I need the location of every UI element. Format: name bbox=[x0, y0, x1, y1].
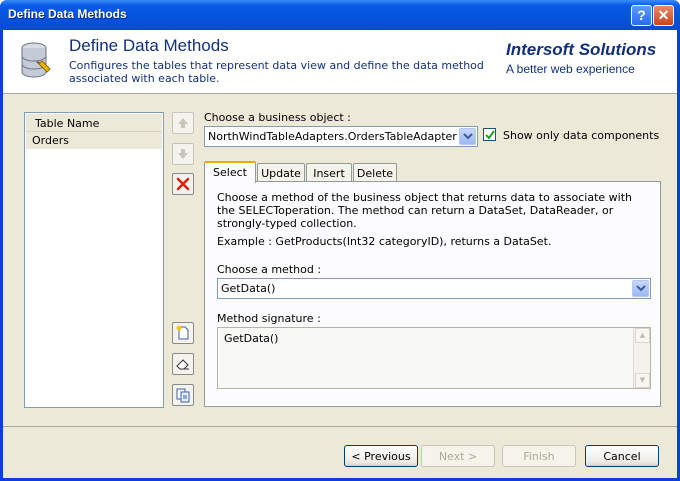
clear-button[interactable] bbox=[172, 353, 194, 375]
tab-insert[interactable]: Insert bbox=[306, 163, 352, 182]
scroll-down-icon[interactable]: ▼ bbox=[635, 373, 650, 388]
footer-divider bbox=[3, 426, 677, 427]
select-example: Example : GetProducts(Int32 categoryID),… bbox=[217, 235, 552, 248]
close-button[interactable]: ✕ bbox=[653, 5, 674, 26]
dropdown-button[interactable] bbox=[459, 128, 476, 145]
arrow-down-icon bbox=[178, 149, 188, 159]
previous-button[interactable]: < Previous bbox=[344, 445, 418, 467]
method-combobox[interactable]: GetData() bbox=[217, 278, 651, 299]
header-title: Define Data Methods bbox=[69, 36, 229, 55]
select-description: Choose a method of the business object t… bbox=[217, 191, 633, 230]
move-down-button[interactable] bbox=[172, 143, 194, 165]
title-bar[interactable]: Define Data Methods ? ✕ bbox=[0, 0, 680, 30]
cancel-button[interactable]: Cancel bbox=[585, 445, 659, 467]
dialog-body: Define Data Methods Configures the table… bbox=[3, 30, 677, 478]
show-only-checkbox[interactable] bbox=[483, 128, 496, 141]
business-object-value: NorthWindTableAdapters.OrdersTableAdapte… bbox=[208, 130, 457, 143]
copy-document-icon bbox=[176, 388, 190, 403]
table-list-item-orders[interactable]: Orders bbox=[26, 132, 162, 149]
signature-value: GetData() bbox=[224, 332, 279, 345]
delete-button[interactable] bbox=[172, 173, 194, 195]
tab-update[interactable]: Update bbox=[257, 163, 305, 182]
copy-button[interactable] bbox=[172, 384, 194, 406]
finish-button[interactable]: Finish bbox=[502, 445, 576, 467]
show-only-label[interactable]: Show only data components bbox=[503, 129, 659, 142]
delete-x-icon bbox=[176, 177, 190, 191]
table-list[interactable]: Table Name Orders bbox=[24, 112, 164, 408]
dialog-window: Define Data Methods ? ✕ Define Data Meth… bbox=[0, 0, 680, 481]
signature-scrollbar[interactable]: ▲ ▼ bbox=[633, 328, 650, 388]
window-title: Define Data Methods bbox=[8, 7, 127, 21]
business-object-combobox[interactable]: NorthWindTableAdapters.OrdersTableAdapte… bbox=[204, 126, 478, 147]
new-document-icon bbox=[176, 325, 189, 340]
table-list-header: Table Name bbox=[26, 114, 162, 132]
tab-select[interactable]: Select bbox=[204, 161, 256, 183]
eraser-icon bbox=[176, 359, 189, 370]
wizard-header: Define Data Methods Configures the table… bbox=[3, 30, 677, 94]
method-dropdown-button[interactable] bbox=[632, 280, 649, 297]
new-item-button[interactable] bbox=[172, 322, 194, 344]
header-description: Configures the tables that represent dat… bbox=[69, 59, 484, 85]
arrow-up-icon bbox=[178, 118, 188, 128]
move-up-button[interactable] bbox=[172, 112, 194, 134]
chevron-down-icon bbox=[636, 285, 646, 292]
database-icon bbox=[21, 42, 51, 78]
signature-label: Method signature : bbox=[217, 312, 321, 325]
next-button[interactable]: Next > bbox=[421, 445, 495, 467]
tab-delete[interactable]: Delete bbox=[353, 163, 397, 182]
select-tab-panel: Choose a method of the business object t… bbox=[204, 181, 661, 407]
scroll-up-icon[interactable]: ▲ bbox=[635, 328, 650, 343]
brand-tagline: A better web experience bbox=[506, 62, 635, 76]
business-object-label: Choose a business object : bbox=[204, 111, 351, 124]
method-label: Choose a method : bbox=[217, 263, 322, 276]
method-value: GetData() bbox=[221, 282, 276, 295]
checkmark-icon bbox=[485, 130, 495, 140]
signature-textbox[interactable]: GetData() ▲ ▼ bbox=[217, 327, 651, 389]
brand-name: Intersoft Solutions bbox=[506, 40, 657, 59]
help-button[interactable]: ? bbox=[631, 5, 652, 26]
chevron-down-icon bbox=[463, 133, 473, 140]
